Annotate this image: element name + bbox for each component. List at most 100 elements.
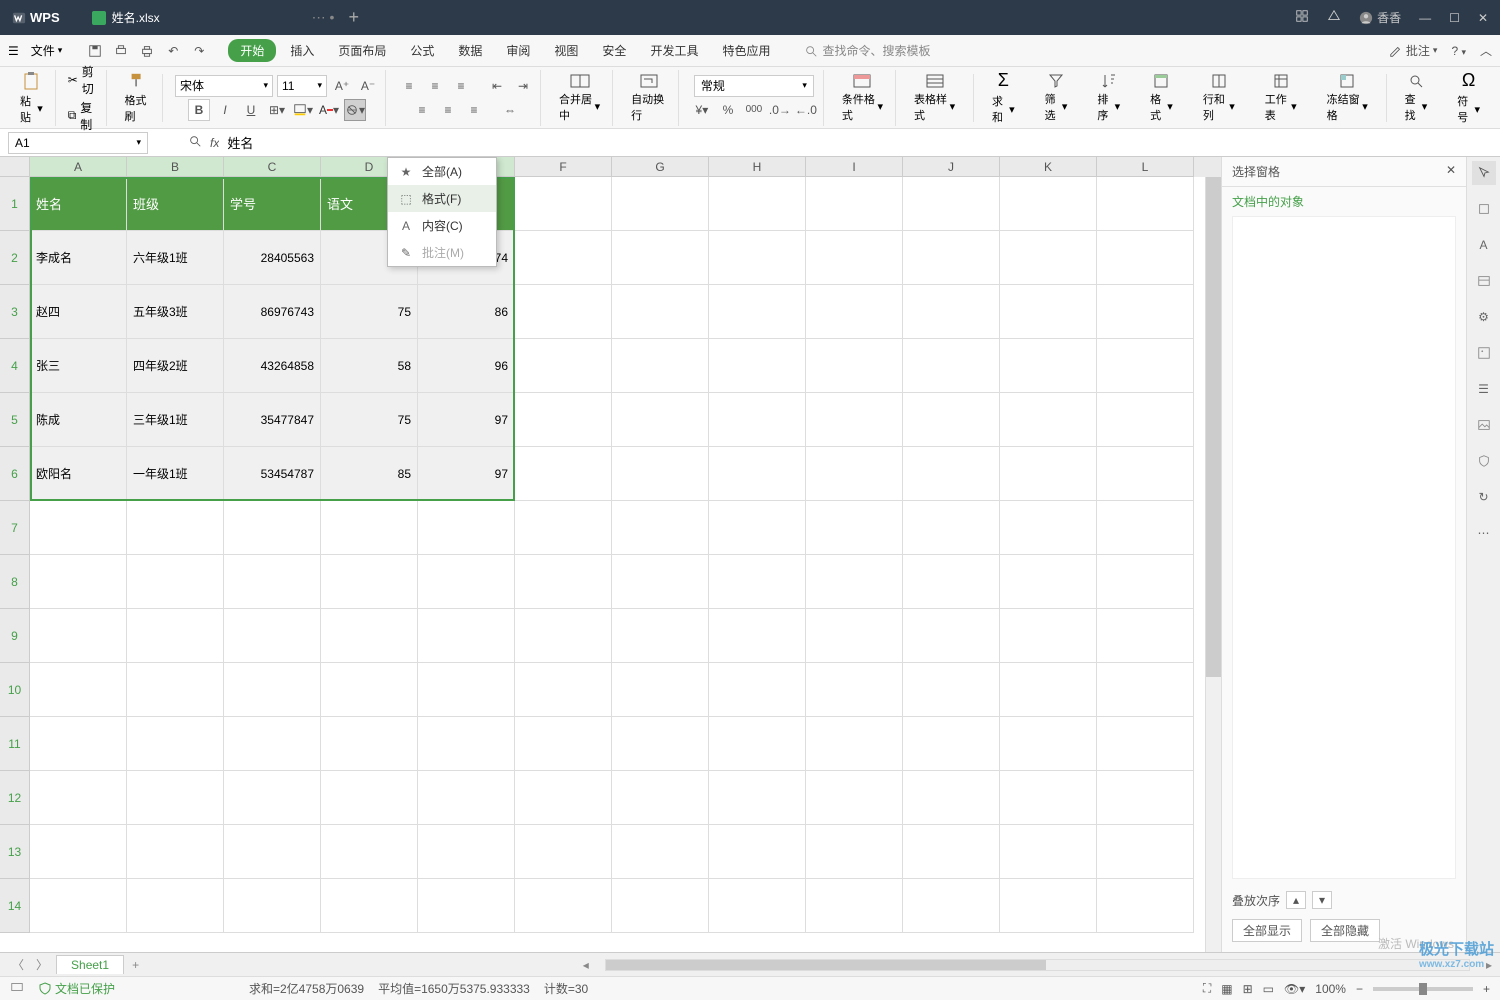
comma-icon[interactable]: 000	[743, 99, 765, 121]
cell-G4[interactable]	[612, 339, 709, 393]
worksheet-button[interactable]: 工作表▾	[1259, 69, 1303, 127]
cell-F10[interactable]	[515, 663, 612, 717]
cell-B2[interactable]: 六年级1班	[127, 231, 224, 285]
cell-K3[interactable]	[1000, 285, 1097, 339]
cell-C10[interactable]	[224, 663, 321, 717]
history-tool-icon[interactable]: ↻	[1472, 485, 1496, 509]
cell-I7[interactable]	[806, 501, 903, 555]
annotate-button[interactable]: 批注 ▾	[1389, 42, 1438, 59]
cell-D6[interactable]: 85	[321, 447, 418, 501]
cell-A3[interactable]: 赵四	[30, 285, 127, 339]
save-icon[interactable]	[84, 40, 106, 62]
cell-G12[interactable]	[612, 771, 709, 825]
cell-C1[interactable]: 学号	[224, 177, 321, 231]
conditional-format[interactable]: 条件格式▾	[836, 69, 889, 127]
cell-B11[interactable]	[127, 717, 224, 771]
menu-item-0[interactable]: ★全部(A)	[388, 158, 496, 185]
cell-B14[interactable]	[127, 879, 224, 933]
indent-decrease-icon[interactable]: ⇤	[486, 75, 508, 97]
cell-G6[interactable]	[612, 447, 709, 501]
cell-A7[interactable]	[30, 501, 127, 555]
cell-A8[interactable]	[30, 555, 127, 609]
row-header-10[interactable]: 10	[0, 663, 30, 717]
cell-H1[interactable]	[709, 177, 806, 231]
tab-view[interactable]: 视图	[544, 38, 588, 63]
dec-decimal-icon[interactable]: ←.0	[795, 99, 817, 121]
tab-formulas[interactable]: 公式	[400, 38, 444, 63]
format-button[interactable]: 格式▾	[1144, 69, 1179, 127]
symbol-button[interactable]: Ω符号▾	[1451, 66, 1486, 129]
cell-A5[interactable]: 陈成	[30, 393, 127, 447]
menu-item-1[interactable]: ⬚格式(F)	[388, 185, 496, 212]
tab-home[interactable]: 开始	[228, 39, 276, 62]
cell-B7[interactable]	[127, 501, 224, 555]
cell-F8[interactable]	[515, 555, 612, 609]
style-tool-icon[interactable]	[1472, 197, 1496, 221]
fill-color-button[interactable]: ▾	[292, 99, 314, 121]
maximize-button[interactable]: ☐	[1449, 11, 1460, 25]
cell-J12[interactable]	[903, 771, 1000, 825]
cell-H12[interactable]	[709, 771, 806, 825]
number-format-select[interactable]: 常规▾	[694, 75, 814, 97]
row-header-5[interactable]: 5	[0, 393, 30, 447]
cell-C4[interactable]: 43264858	[224, 339, 321, 393]
eye-icon[interactable]: 👁▾	[1284, 982, 1305, 996]
align-left-icon[interactable]: ≡	[411, 99, 433, 121]
print-preview-icon[interactable]	[110, 40, 132, 62]
cell-F7[interactable]	[515, 501, 612, 555]
cell-I5[interactable]	[806, 393, 903, 447]
cell-D8[interactable]	[321, 555, 418, 609]
cell-D10[interactable]	[321, 663, 418, 717]
cell-D13[interactable]	[321, 825, 418, 879]
new-tab-button[interactable]: +	[334, 7, 373, 28]
cell-E8[interactable]	[418, 555, 515, 609]
cell-L3[interactable]	[1097, 285, 1194, 339]
window-grid-icon[interactable]	[1295, 9, 1309, 26]
col-header-J[interactable]: J	[903, 157, 1000, 177]
cell-E10[interactable]	[418, 663, 515, 717]
cell-C14[interactable]	[224, 879, 321, 933]
cell-F13[interactable]	[515, 825, 612, 879]
clear-format-button[interactable]: ▾	[344, 99, 366, 121]
move-down-button[interactable]: ▾	[1312, 891, 1332, 909]
decrease-font-icon[interactable]: A⁻	[357, 75, 379, 97]
cell-J10[interactable]	[903, 663, 1000, 717]
move-up-button[interactable]: ▴	[1286, 891, 1306, 909]
cell-A1[interactable]: 姓名	[30, 177, 127, 231]
cell-H4[interactable]	[709, 339, 806, 393]
cell-C6[interactable]: 53454787	[224, 447, 321, 501]
cell-J7[interactable]	[903, 501, 1000, 555]
cell-B1[interactable]: 班级	[127, 177, 224, 231]
tab-review[interactable]: 审阅	[496, 38, 540, 63]
cell-H6[interactable]	[709, 447, 806, 501]
view-normal-icon[interactable]: ▦	[1221, 982, 1232, 996]
cell-J6[interactable]	[903, 447, 1000, 501]
cell-L4[interactable]	[1097, 339, 1194, 393]
cell-E13[interactable]	[418, 825, 515, 879]
cell-A6[interactable]: 欧阳名	[30, 447, 127, 501]
col-header-C[interactable]: C	[224, 157, 321, 177]
cell-G11[interactable]	[612, 717, 709, 771]
doc-settings-icon[interactable]	[10, 980, 24, 997]
command-search[interactable]: 查找命令、搜索模板	[804, 42, 930, 59]
gallery-tool-icon[interactable]	[1472, 341, 1496, 365]
file-menu[interactable]: 文件 ▾	[23, 40, 71, 61]
sort-button[interactable]: 排序▾	[1091, 69, 1126, 127]
cell-I2[interactable]	[806, 231, 903, 285]
cell-K14[interactable]	[1000, 879, 1097, 933]
cell-E6[interactable]: 97	[418, 447, 515, 501]
cell-K9[interactable]	[1000, 609, 1097, 663]
cell-D7[interactable]	[321, 501, 418, 555]
cell-A4[interactable]: 张三	[30, 339, 127, 393]
tab-insert[interactable]: 插入	[280, 38, 324, 63]
fullscreen-icon[interactable]: ⛶	[1203, 981, 1211, 996]
cell-B9[interactable]	[127, 609, 224, 663]
cut-label[interactable]: 剪切	[82, 63, 100, 97]
cell-I1[interactable]	[806, 177, 903, 231]
select-tool-icon[interactable]	[1472, 161, 1496, 185]
zoom-value[interactable]: 100%	[1315, 982, 1346, 996]
percent-icon[interactable]: %	[717, 99, 739, 121]
document-tab[interactable]: 姓名.xlsx	[80, 3, 172, 32]
cell-J14[interactable]	[903, 879, 1000, 933]
row-header-6[interactable]: 6	[0, 447, 30, 501]
